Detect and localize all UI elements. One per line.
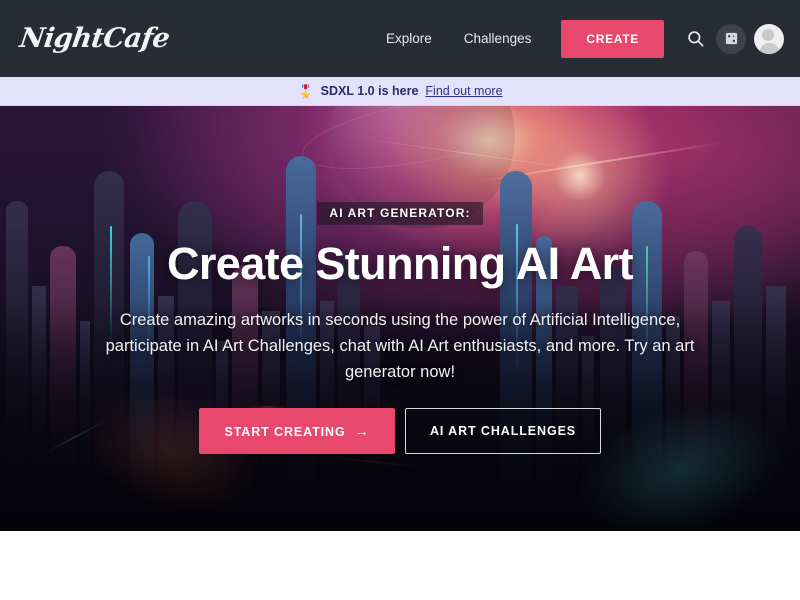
medal-icon: 🎖️ (297, 83, 314, 99)
dice-image-icon[interactable] (716, 23, 746, 54)
create-button[interactable]: CREATE (561, 19, 664, 58)
site-header: NightCafe Explore Challenges CREATE (0, 0, 800, 77)
page-title: Create Stunning AI Art (167, 238, 634, 289)
hero-subcopy: Create amazing artworks in seconds using… (105, 311, 695, 382)
main-navigation: Explore Challenges CREATE (370, 19, 786, 58)
hero-eyebrow: AI ART GENERATOR: (317, 202, 483, 225)
site-logo[interactable]: NightCafe (12, 23, 172, 54)
announcement-bar: 🎖️ SDXL 1.0 is here Find out more (0, 77, 800, 106)
ai-art-challenges-button[interactable]: AI ART CHALLENGES (405, 408, 601, 455)
arrow-right-icon: → (354, 423, 370, 440)
nav-link-explore[interactable]: Explore (370, 31, 448, 46)
user-avatar[interactable] (754, 23, 784, 54)
start-creating-label: START CREATING (224, 425, 346, 440)
start-creating-button[interactable]: START CREATING → (199, 408, 395, 455)
hero-section: AI ART GENERATOR: Create Stunning AI Art… (0, 106, 800, 531)
nav-link-challenges[interactable]: Challenges (448, 31, 548, 46)
announcement-text: SDXL 1.0 is here (320, 84, 419, 98)
find-out-more-link[interactable]: Find out more (425, 84, 502, 98)
hero-content: AI ART GENERATOR: Create Stunning AI Art… (0, 106, 800, 531)
page-body-below-fold (0, 531, 800, 600)
hero-cta-row: START CREATING → AI ART CHALLENGES (199, 408, 601, 455)
search-icon[interactable] (678, 22, 712, 56)
